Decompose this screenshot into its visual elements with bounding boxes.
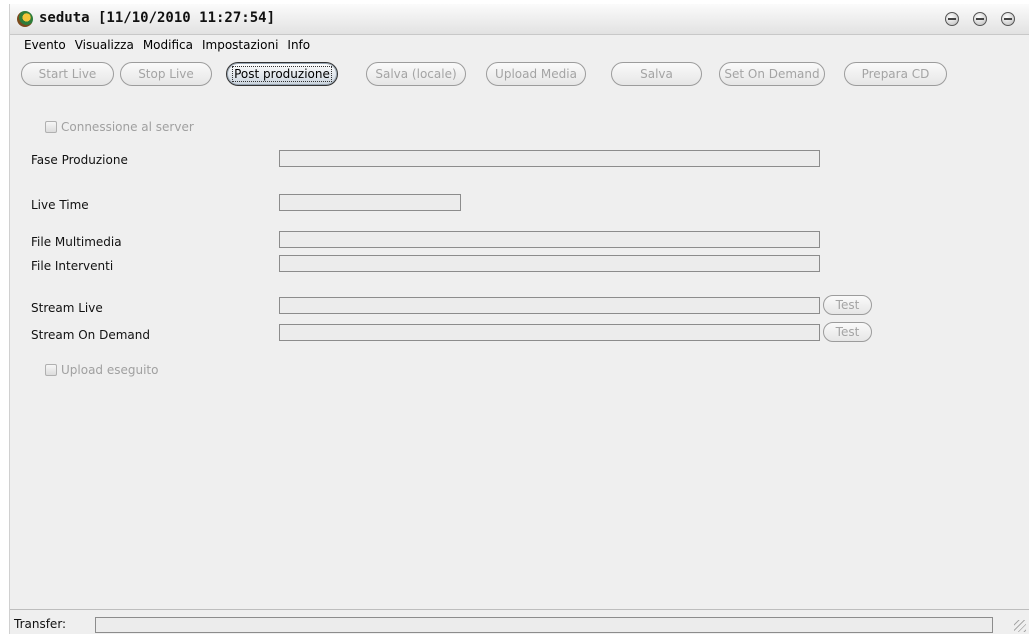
salva-label: Salva (640, 67, 673, 81)
menu-evento[interactable]: Evento (24, 38, 66, 52)
menu-visualizza[interactable]: Visualizza (75, 38, 134, 52)
live-time-field[interactable] (279, 194, 461, 211)
stop-live-button[interactable]: Stop Live (120, 62, 212, 86)
set-on-demand-button[interactable]: Set On Demand (719, 62, 825, 86)
title-bar[interactable]: seduta [11/10/2010 11:27:54] (10, 4, 1029, 35)
stream-on-demand-field[interactable] (279, 324, 820, 341)
file-multimedia-field[interactable] (279, 231, 820, 248)
status-bar: Transfer: (10, 609, 1029, 634)
test-stream-on-demand-label: Test (835, 325, 860, 339)
minimize-button[interactable] (945, 12, 959, 26)
test-stream-live-button[interactable]: Test (823, 295, 872, 315)
upload-eseguito-checkbox-box[interactable] (45, 364, 57, 376)
connessione-label: Connessione al server (61, 120, 194, 134)
salva-button[interactable]: Salva (611, 62, 702, 86)
resize-grip-icon[interactable] (1014, 620, 1026, 632)
upload-eseguito-checkbox[interactable]: Upload eseguito (45, 363, 158, 377)
salva-locale-button[interactable]: Salva (locale) (366, 62, 466, 86)
post-produzione-label: Post produzione (232, 66, 332, 82)
salva-locale-label: Salva (locale) (375, 67, 457, 81)
file-interventi-label: File Interventi (31, 259, 114, 273)
menu-info[interactable]: Info (287, 38, 310, 52)
maximize-button[interactable] (973, 12, 987, 26)
prepara-cd-button[interactable]: Prepara CD (844, 62, 947, 86)
file-multimedia-label: File Multimedia (31, 235, 122, 249)
start-live-label: Start Live (38, 67, 97, 81)
transfer-progress-bar (95, 617, 993, 633)
connessione-checkbox-box[interactable] (45, 121, 57, 133)
main-window: seduta [11/10/2010 11:27:54] Evento Visu… (9, 4, 1029, 634)
prepara-cd-label: Prepara CD (861, 67, 930, 81)
menu-impostazioni[interactable]: Impostazioni (202, 38, 278, 52)
file-interventi-field[interactable] (279, 255, 820, 272)
stream-on-demand-label: Stream On Demand (31, 328, 150, 342)
upload-media-label: Upload Media (495, 67, 577, 81)
fase-produzione-label: Fase Produzione (31, 153, 128, 167)
stop-live-label: Stop Live (138, 67, 194, 81)
connessione-checkbox[interactable]: Connessione al server (45, 120, 194, 134)
close-button[interactable] (1001, 12, 1015, 26)
upload-eseguito-label: Upload eseguito (61, 363, 159, 377)
post-produzione-button[interactable]: Post produzione (226, 62, 338, 86)
set-on-demand-label: Set On Demand (724, 67, 820, 81)
stream-live-field[interactable] (279, 297, 820, 314)
start-live-button[interactable]: Start Live (21, 62, 114, 86)
app-icon (17, 11, 33, 27)
stream-live-label: Stream Live (31, 301, 103, 315)
menu-modifica[interactable]: Modifica (143, 38, 193, 52)
transfer-label: Transfer: (14, 617, 67, 631)
test-stream-live-label: Test (835, 298, 860, 312)
test-stream-on-demand-button[interactable]: Test (823, 322, 872, 342)
upload-media-button[interactable]: Upload Media (486, 62, 586, 86)
window-title: seduta [11/10/2010 11:27:54] (39, 10, 276, 26)
toolbar: Start Live Stop Live Post produzione Sal… (10, 62, 1029, 88)
live-time-label: Live Time (31, 198, 89, 212)
menu-bar: Evento Visualizza Modifica Impostazioni … (10, 35, 1029, 55)
fase-produzione-field[interactable] (279, 150, 820, 167)
